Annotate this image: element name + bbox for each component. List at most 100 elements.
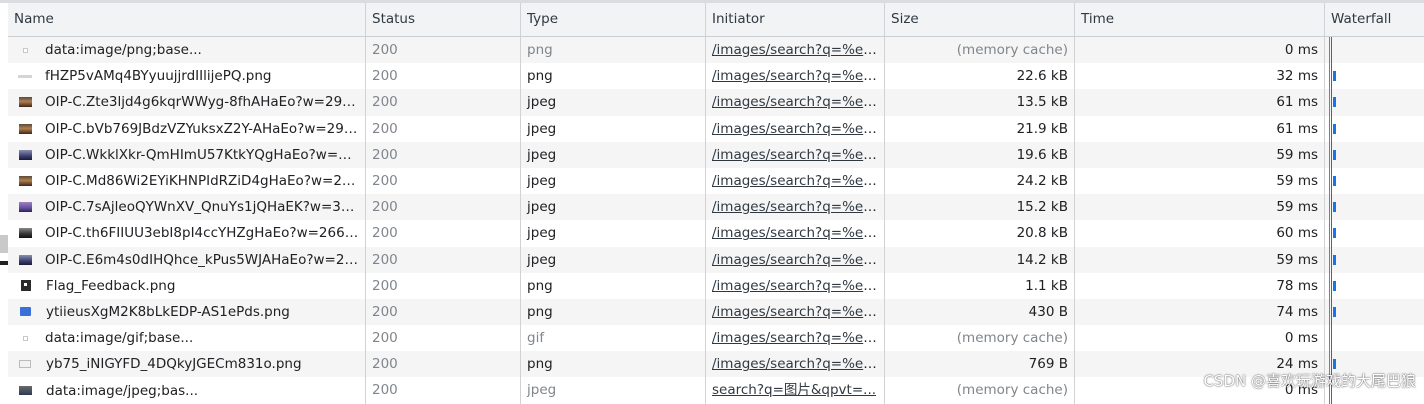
cell-waterfall [1325,141,1424,168]
cell-name[interactable]: Flag_Feedback.png [8,272,366,299]
table-row[interactable]: fHZP5vAMq4BYyuujjrdIIlijePQ.png 200 png/im… [8,63,1424,90]
cell-status: 200 [366,194,521,221]
initiator-link[interactable]: /images/search?q=%e5... [712,199,884,215]
table-row[interactable]: Flag_Feedback.png 200 png/images/search?q=… [8,272,1424,299]
cell-name[interactable]: data:image/gif;base... [8,325,366,352]
waterfall-bar [1333,175,1336,186]
initiator-link[interactable]: search?q=图片&qpvt=... [712,382,876,398]
waterfall-load-line [1331,194,1332,221]
cell-name[interactable]: OIP-C.th6FIIUU3ebI8pI4ccYHZgHaEo?w=266&.… [8,220,366,247]
waterfall-start-line [1329,298,1330,326]
initiator-link[interactable]: /images/search?q=%e5... [712,68,884,84]
data-dot-icon [23,335,28,341]
request-name: OIP-C.Md86Wi2EYiKHNPIdRZiD4gHaEo?w=29... [45,173,359,190]
left-edge-strip [0,3,8,400]
table-row[interactable]: OIP-C.bVb769JBdzVZYuksxZ2Y-AHaEo?w=290..… [8,115,1424,142]
column-header-initiator[interactable]: Initiator [706,3,885,36]
table-row[interactable]: OIP-C.E6m4s0dIHQhce_kPus5WJAHaEo?w=26...… [8,246,1424,273]
cell-name[interactable]: OIP-C.WkklXkr-QmHImU57KtkYQgHaEo?w=29... [8,141,366,168]
cell-time: 61 ms [1075,89,1325,116]
waterfall-start-line [1329,246,1330,273]
cell-size: 22.6 kB [885,63,1075,90]
cell-type: png [521,272,706,299]
cell-type: png [521,351,706,378]
cell-status: 200 [366,141,521,168]
image-thumb-icon [19,97,32,108]
table-row[interactable]: OIP-C.WkklXkr-QmHImU57KtkYQgHaEo?w=29...… [8,141,1424,168]
cell-name[interactable]: OIP-C.Md86Wi2EYiKHNPIdRZiD4gHaEo?w=29... [8,167,366,195]
cell-waterfall [1325,115,1424,142]
initiator-link[interactable]: /images/search?q=%e5... [712,330,884,346]
cell-time: 59 ms [1075,167,1325,195]
cell-name[interactable]: OIP-C.bVb769JBdzVZYuksxZ2Y-AHaEo?w=290..… [8,115,366,142]
waterfall-start-line [1329,194,1330,221]
initiator-link[interactable]: /images/search?q=%e5... [712,304,884,320]
cell-size: 14.2 kB [885,246,1075,273]
waterfall-load-line [1331,37,1332,64]
cell-size: 769 B [885,351,1075,378]
cell-type: jpeg [521,194,706,221]
column-header-name[interactable]: Name [8,3,366,36]
cell-time: 60 ms [1075,220,1325,247]
cell-initiator: /images/search?q=%e5... [706,298,885,326]
column-header-status[interactable]: Status [366,3,521,36]
initiator-link[interactable]: /images/search?q=%e5... [712,356,884,372]
cell-waterfall [1325,89,1424,116]
cell-name[interactable]: OIP-C.Zte3ljd4g6kqrWWyg-8fhAHaEo?w=290..… [8,89,366,116]
cell-name[interactable]: fHZP5vAMq4BYyuujjrdIIlijePQ.png [8,63,366,90]
initiator-link[interactable]: /images/search?q=%e5... [712,94,884,110]
initiator-link[interactable]: /images/search?q=%e5... [712,121,884,137]
column-header-type[interactable]: Type [521,3,706,36]
initiator-link[interactable]: /images/search?q=%e5... [712,225,884,241]
cell-time: 32 ms [1075,63,1325,90]
cell-name[interactable]: yb75_iNIGYFD_4DQkyJGECm831o.png [8,351,366,378]
wide-image-icon [19,386,32,396]
cell-time: 74 ms [1075,298,1325,326]
cell-type: gif [521,325,706,352]
cell-time: 59 ms [1075,246,1325,273]
watermark-text: CSDN @喜欢玩游戏的大尾巴狼 [1203,372,1416,390]
cell-type: jpeg [521,246,706,273]
waterfall-bar [1333,359,1336,370]
initiator-link[interactable]: /images/search?q=%e5... [712,42,884,58]
cell-name[interactable]: ytiieusXgM2K8bLkEDP-AS1ePds.png [8,298,366,326]
table-row[interactable]: OIP-C.7sAjleoQYWnXV_QnuYs1jQHaEK?w=323..… [8,194,1424,221]
waterfall-bar [1333,280,1336,291]
cell-size: 20.8 kB [885,220,1075,247]
cell-size: 1.1 kB [885,272,1075,299]
initiator-link[interactable]: /images/search?q=%e5... [712,252,884,268]
table-row[interactable]: ytiieusXgM2K8bLkEDP-AS1ePds.png 200 png/im… [8,298,1424,326]
thin-bar-icon [18,74,32,78]
table-row[interactable]: OIP-C.Zte3ljd4g6kqrWWyg-8fhAHaEo?w=290..… [8,89,1424,116]
cell-initiator: /images/search?q=%e5... [706,325,885,352]
cell-initiator: /images/search?q=%e5... [706,351,885,378]
cell-status: 200 [366,220,521,247]
column-header-size[interactable]: Size [885,3,1075,36]
waterfall-start-line [1329,325,1330,352]
column-header-time[interactable]: Time [1075,3,1325,36]
waterfall-load-line [1331,325,1332,352]
cell-waterfall [1325,246,1424,273]
cell-initiator: /images/search?q=%e5... [706,115,885,142]
table-row[interactable]: OIP-C.th6FIIUU3ebI8pI4ccYHZgHaEo?w=266&.… [8,220,1424,247]
cell-initiator: /images/search?q=%e5... [706,167,885,195]
cell-name[interactable]: data:image/png;base... [8,37,366,64]
initiator-link[interactable]: /images/search?q=%e5... [712,147,884,163]
table-row[interactable]: data:image/png;base... 200 png/images/sear… [8,37,1424,64]
waterfall-start-line [1329,220,1330,247]
initiator-link[interactable]: /images/search?q=%e5... [712,278,884,294]
cell-size: 21.9 kB [885,115,1075,142]
initiator-link[interactable]: /images/search?q=%e5... [712,173,884,189]
table-row[interactable]: OIP-C.Md86Wi2EYiKHNPIdRZiD4gHaEo?w=29...… [8,167,1424,195]
left-edge-fragment [0,235,8,253]
table-row[interactable]: data:image/gif;base... 200 gif/images/sear… [8,325,1424,352]
request-name: OIP-C.7sAjleoQYWnXV_QnuYs1jQHaEK?w=323..… [45,199,359,216]
cell-size: 15.2 kB [885,194,1075,221]
waterfall-bar [1333,254,1336,265]
waterfall-start-line [1329,37,1330,64]
cell-name[interactable]: OIP-C.7sAjleoQYWnXV_QnuYs1jQHaEK?w=323..… [8,194,366,221]
column-header-waterfall[interactable]: Waterfall [1325,3,1424,36]
waterfall-bar [1333,123,1336,134]
cell-name[interactable]: OIP-C.E6m4s0dIHQhce_kPus5WJAHaEo?w=26... [8,246,366,273]
cell-type: png [521,37,706,64]
